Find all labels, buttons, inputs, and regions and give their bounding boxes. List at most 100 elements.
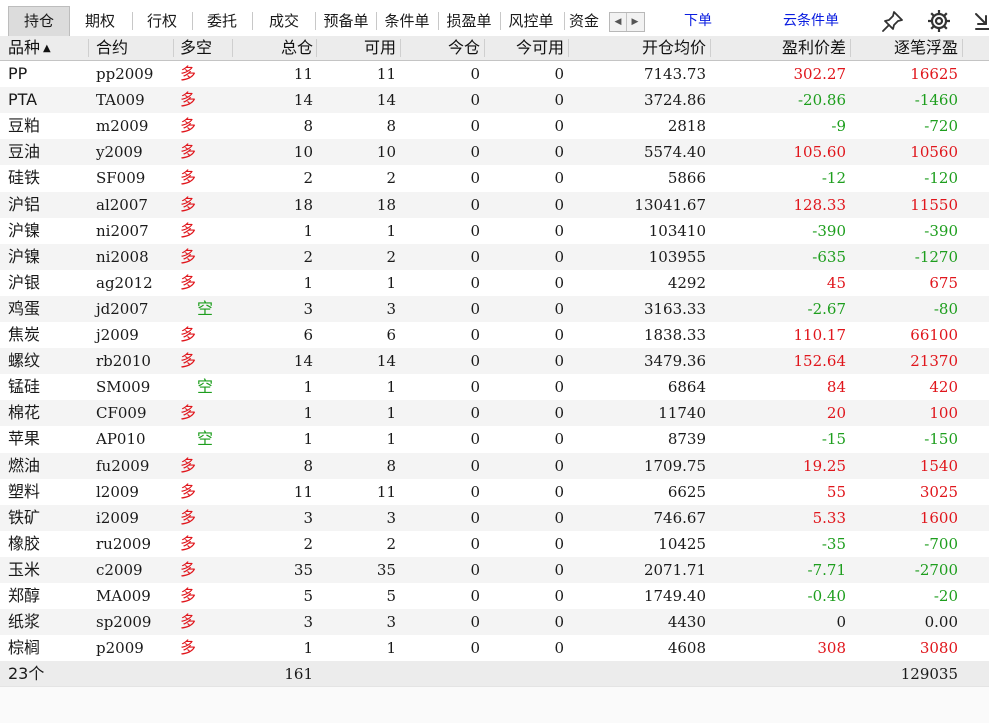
cell-total: 5 [303,587,313,605]
table-row[interactable]: 沪镍 ni2008 多 2 2 0 0 103955 -635 -1270 [0,243,989,270]
column-header-today-available[interactable]: 今可用 [488,36,564,60]
table-row[interactable]: 豆油 y2009 多 10 10 0 0 5574.40 105.60 10560 [0,139,989,166]
column-header-contract[interactable]: 合约 [96,36,128,60]
tab-exercise[interactable]: 行权 [136,7,188,35]
table-row[interactable]: 沪铝 al2007 多 18 18 0 0 13041.67 128.33 11550 [0,191,989,218]
column-header-today[interactable]: 今仓 [404,36,480,60]
table-row[interactable]: 苹果 AP010 空 1 1 0 0 8739 -15 -150 [0,426,989,452]
table-row[interactable]: 焦炭 j2009 多 6 6 0 0 1838.33 110.17 66100 [0,322,989,348]
cell-side: 多 [180,272,197,292]
tab-trades[interactable]: 成交 [258,7,310,35]
cell-avg-price: 1838.33 [643,326,706,344]
collapse-arrow-icon[interactable] [970,8,989,34]
table-row[interactable]: 螺纹 rb2010 多 14 14 0 0 3479.36 152.64 21370 [0,348,989,375]
table-row[interactable]: 玉米 c2009 多 35 35 0 0 2071.71 -7.71 -2700 [0,556,989,583]
column-separator [710,39,711,57]
column-header-total[interactable]: 总仓 [240,36,313,60]
tab-risk-orders[interactable]: 风控单 [503,7,559,35]
tab-stop-profit-orders[interactable]: 损盈单 [441,7,497,35]
column-header-avg-price[interactable]: 开仓均价 [572,36,706,60]
cell-available: 14 [376,352,396,371]
table-row[interactable]: 硅铁 SF009 多 2 2 0 0 5866 -12 -120 [0,165,989,191]
column-header-side[interactable]: 多空 [180,36,212,60]
cell-available: 6 [386,326,396,344]
tab-separator [315,12,316,30]
column-separator [316,39,317,57]
tab-orders[interactable]: 委托 [196,7,248,35]
cell-avg-price: 11740 [658,404,706,423]
scroll-left-icon[interactable]: ◀ [610,13,627,31]
table-row[interactable]: 棉花 CF009 多 1 1 0 0 11740 20 100 [0,400,989,427]
cell-contract: sp2009 [96,613,152,632]
scroll-right-icon[interactable]: ▶ [627,13,643,31]
cell-product: 焦炭 [8,325,41,344]
column-separator [850,39,851,57]
cell-avg-price: 1749.40 [643,587,706,605]
cell-today: 0 [470,352,480,371]
place-order-button[interactable]: 下单 [684,10,712,32]
table-row[interactable]: 鸡蛋 jd2007 空 3 3 0 0 3163.33 -2.67 -80 [0,295,989,322]
column-header-float-pnl[interactable]: 逐笔浮盈 [854,36,958,60]
table-header: 品种 ▲ 合约 多空 总仓 可用 今仓 今可用 开仓均价 盈利价差 逐笔浮盈 [0,36,989,61]
cell-side: 多 [180,586,197,605]
table-row[interactable]: 纸浆 sp2009 多 3 3 0 0 4430 0 0.00 [0,609,989,636]
table-row[interactable]: 塑料 l2009 多 11 11 0 0 6625 55 3025 [0,479,989,505]
cell-contract: SM009 [96,378,151,397]
cell-product: 沪铝 [8,194,41,214]
table-row[interactable]: 沪镍 ni2007 多 1 1 0 0 103410 -390 -390 [0,218,989,244]
table-row[interactable]: 豆粕 m2009 多 8 8 0 0 2818 -9 -720 [0,113,989,139]
cell-today-available: 0 [554,273,564,292]
cell-avg-price: 2818 [667,117,706,136]
cell-contract: fu2009 [96,456,150,475]
column-header-product[interactable]: 品种 ▲ [8,36,51,60]
table-row[interactable]: PTA TA009 多 14 14 0 0 3724.86 -20.86 -1460 [0,87,989,114]
cell-avg-price: 103410 [648,221,706,240]
table-row[interactable]: 郑醇 MA009 多 5 5 0 0 1749.40 -0.40 -20 [0,583,989,609]
cell-total: 1 [303,430,313,449]
table-row[interactable]: 沪银 ag2012 多 1 1 0 0 4292 45 675 [0,270,989,296]
column-header-available[interactable]: 可用 [320,36,396,60]
cell-avg-price: 6864 [667,378,706,397]
table-row[interactable]: PP pp2009 多 11 11 0 0 7143.73 302.27 16625 [0,61,989,87]
gear-icon[interactable] [926,8,952,34]
pin-icon[interactable] [880,8,906,34]
tab-conditional-orders[interactable]: 条件单 [379,7,435,35]
cell-total: 14 [293,352,313,371]
cell-float-pnl: 0.00 [924,613,958,632]
cell-contract: y2009 [96,143,143,162]
table-row[interactable]: 燃油 fu2009 多 8 8 0 0 1709.75 19.25 1540 [0,452,989,479]
cell-total: 14 [293,91,313,110]
cell-today: 0 [470,430,480,449]
cell-contract: rb2010 [96,352,151,371]
tab-preset-orders[interactable]: 预备单 [318,7,374,35]
cell-today: 0 [470,273,480,292]
cell-float-pnl: -390 [924,221,958,240]
sort-ascending-icon: ▲ [43,43,51,54]
column-header-profit-diff[interactable]: 盈利价差 [714,36,846,60]
cell-side: 多 [180,481,197,501]
tab-funds[interactable]: 资金 [569,7,607,35]
cell-profit-diff: -20.86 [797,91,846,110]
cell-today: 0 [470,613,480,632]
cell-profit-diff: -9 [831,117,846,136]
cell-float-pnl: -20 [933,587,958,605]
cell-today-available: 0 [554,143,564,162]
cell-available: 1 [386,221,396,240]
table-row[interactable]: 铁矿 i2009 多 3 3 0 0 746.67 5.33 1600 [0,504,989,531]
cell-side: 多 [180,533,197,553]
cell-product: 螺纹 [8,351,41,371]
cell-today-available: 0 [554,352,564,371]
cell-total: 10 [293,143,313,162]
cloud-condition-order-button[interactable]: 云条件单 [783,10,839,32]
cell-available: 11 [376,65,396,83]
tab-positions[interactable]: 持仓 [8,6,70,36]
cell-today: 0 [470,404,480,423]
column-separator [400,39,401,57]
table-row[interactable]: 橡胶 ru2009 多 2 2 0 0 10425 -35 -700 [0,531,989,557]
cell-today: 0 [470,299,480,318]
cell-side: 多 [180,403,197,423]
empty-area [0,686,989,723]
tab-options[interactable]: 期权 [72,7,128,35]
table-row[interactable]: 棕榈 p2009 多 1 1 0 0 4608 308 3080 [0,635,989,661]
table-row[interactable]: 锰硅 SM009 空 1 1 0 0 6864 84 420 [0,374,989,400]
